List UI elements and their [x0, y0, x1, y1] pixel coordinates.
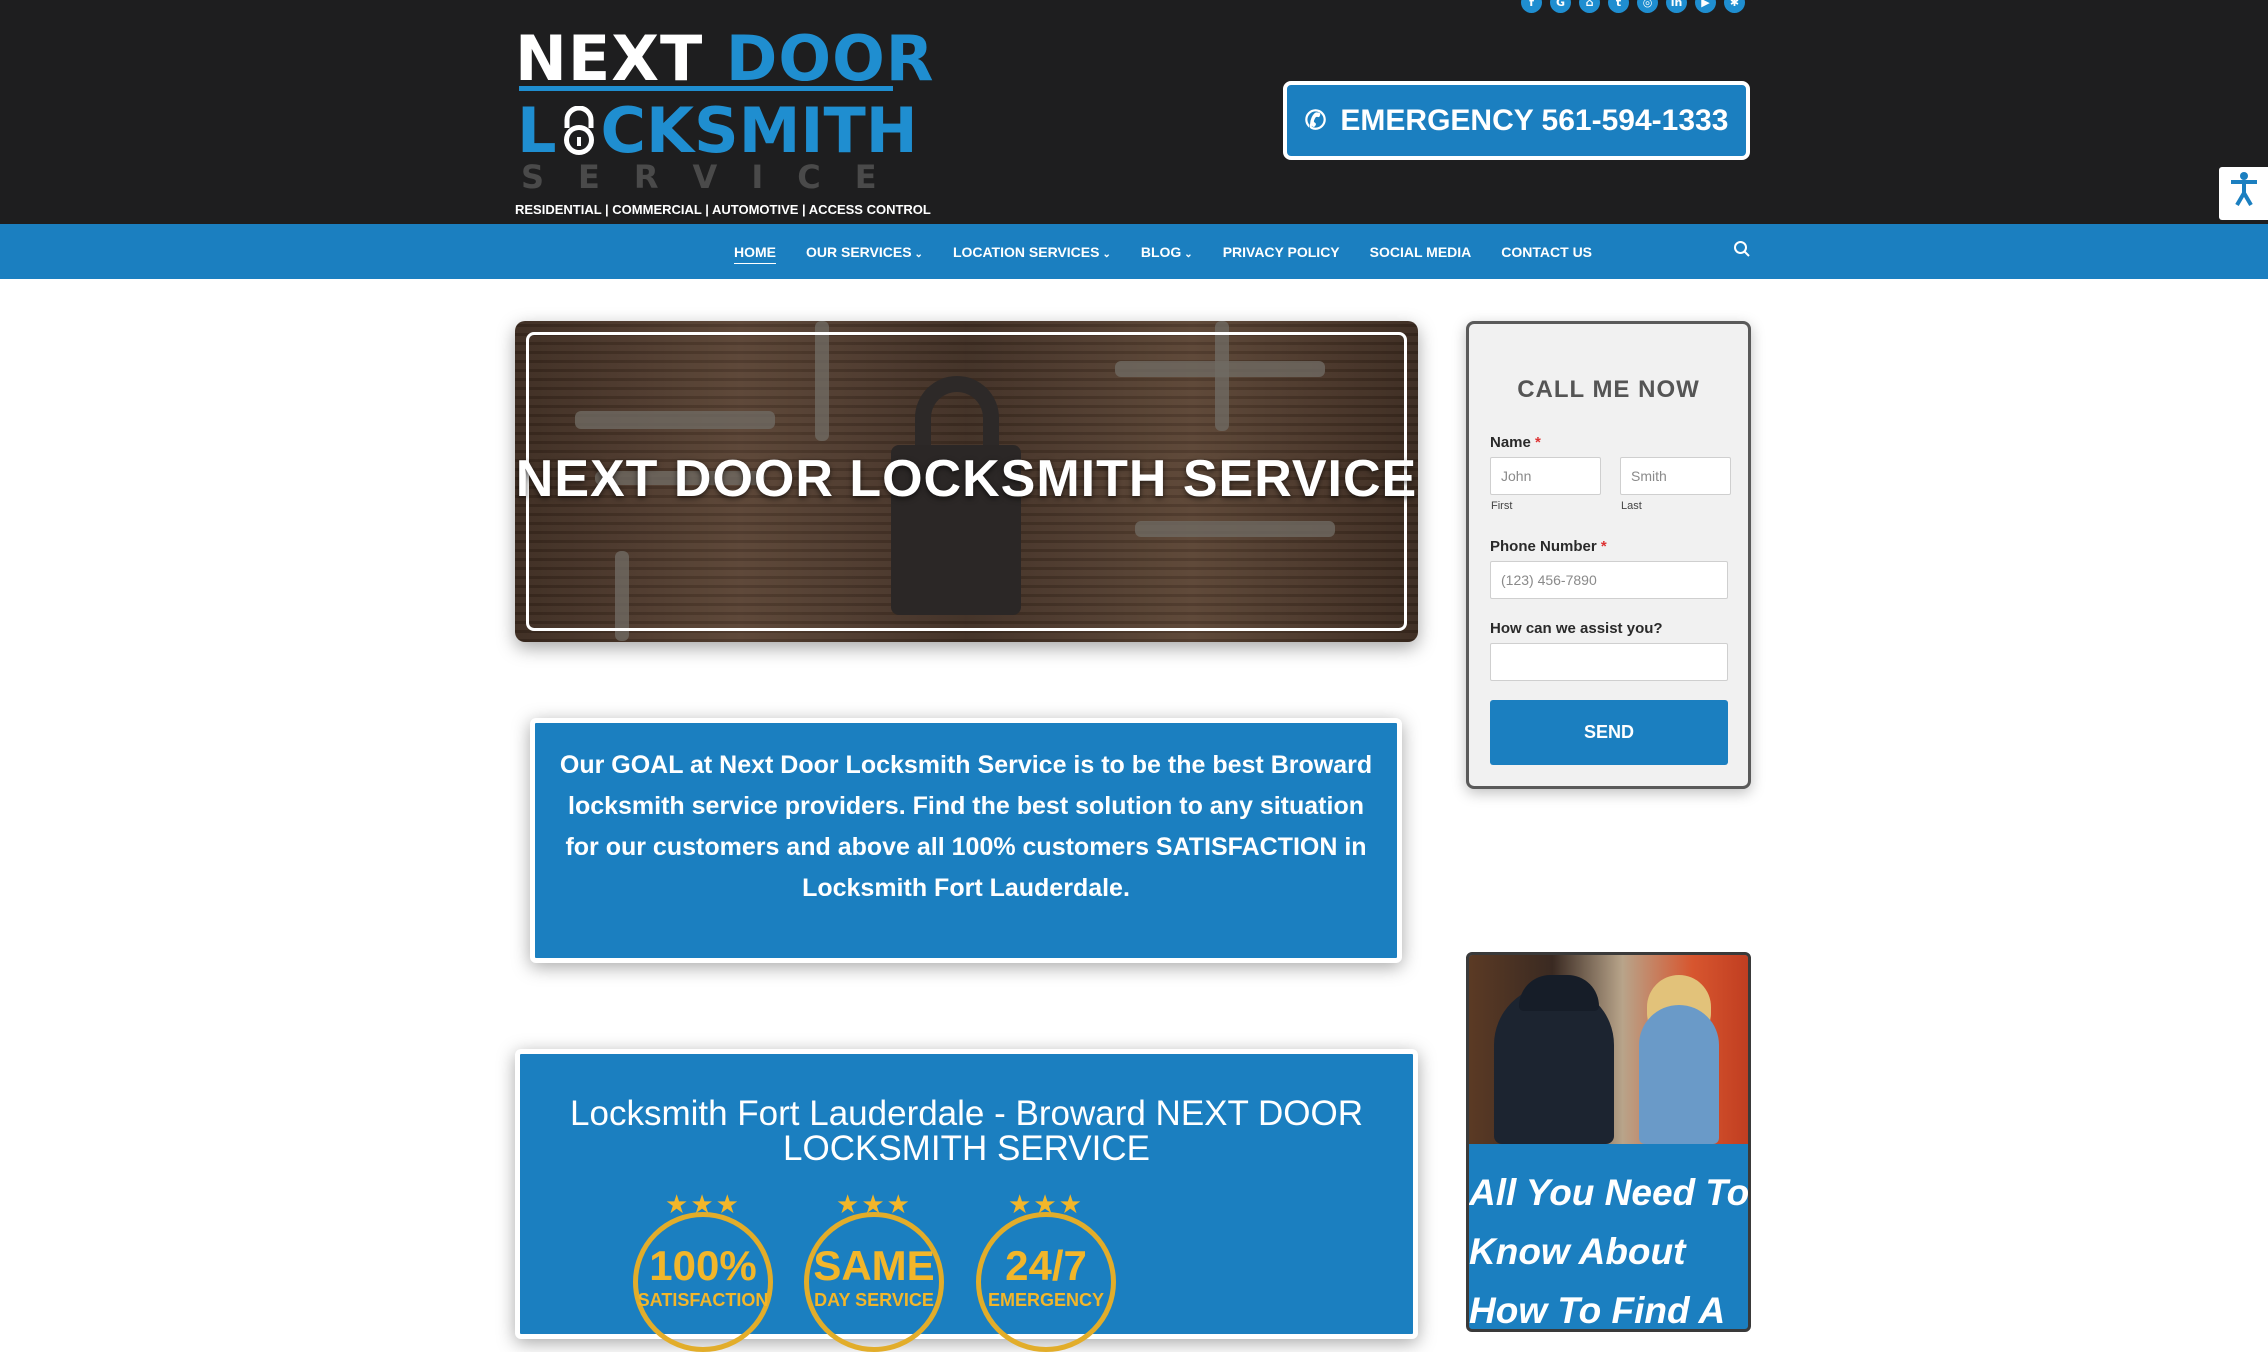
- nav-item-blog[interactable]: BLOG ⌄: [1141, 244, 1193, 260]
- name-label: Name *: [1490, 434, 1541, 451]
- emergency-call-button[interactable]: ✆ EMERGENCY 561-594-1333: [1283, 81, 1750, 160]
- stars-icon: ★★★: [1008, 1190, 1084, 1220]
- goal-statement: Our GOAL at Next Door Locksmith Service …: [530, 718, 1402, 963]
- badge-caption: EMERGENCY: [987, 1290, 1104, 1310]
- nav-item-social-media[interactable]: SOCIAL MEDIA: [1370, 244, 1472, 260]
- logo-line-service: SERVICE: [521, 158, 911, 196]
- last-name-input[interactable]: [1620, 457, 1731, 495]
- assist-label: How can we assist you?: [1490, 620, 1663, 637]
- linkedin-icon[interactable]: in: [1666, 0, 1687, 13]
- site-header: NEXT DOOR L CKSMITH SERVICE RESIDENTIAL |…: [0, 0, 2268, 224]
- badge-value: 100%: [649, 1242, 757, 1289]
- chevron-down-icon: ⌄: [914, 248, 923, 260]
- about-section: Locksmith Fort Lauderdale - Broward NEXT…: [515, 1049, 1418, 1352]
- assist-input[interactable]: [1490, 643, 1728, 681]
- instagram-icon[interactable]: ◎: [1637, 0, 1658, 13]
- chevron-down-icon: ⌄: [1102, 248, 1111, 260]
- same-day-badge: ★★★ SAME DAY SERVICE: [804, 1190, 944, 1352]
- search-icon[interactable]: [1733, 240, 1751, 263]
- padlock-icon: [557, 98, 601, 155]
- first-name-input[interactable]: [1490, 457, 1601, 495]
- home-icon[interactable]: ⌂: [1579, 0, 1600, 13]
- nav-item-contact-us[interactable]: CONTACT US: [1501, 244, 1592, 260]
- satisfaction-badge: ★★★ 100% SATISFACTION: [633, 1190, 773, 1352]
- hero-title: NEXT DOOR LOCKSMITH SERVICE: [515, 450, 1418, 508]
- first-name-hint: First: [1491, 500, 1513, 512]
- promo-caption: All You Need To Know About How To Find A: [1469, 1172, 1750, 1331]
- nav-menu: HOME OUR SERVICES ⌄ LOCATION SERVICES ⌄ BL…: [734, 224, 1592, 279]
- logo-line-locksmith: L CKSMITH: [517, 94, 918, 167]
- yelp-icon[interactable]: ✱: [1724, 0, 1745, 13]
- locksmith-photo: [1469, 955, 1748, 1144]
- locksmith-cap: [1519, 975, 1599, 1011]
- badge-caption: DAY SERVICE: [814, 1290, 934, 1310]
- badge-caption: SATISFACTION: [637, 1290, 769, 1310]
- customer-figure: [1639, 1005, 1719, 1144]
- logo-divider: [519, 86, 893, 91]
- call-me-form: CALL ME NOW Name * First Last Phone Numb…: [1466, 321, 1751, 789]
- phone-input[interactable]: [1490, 561, 1728, 599]
- site-logo[interactable]: NEXT DOOR L CKSMITH SERVICE RESIDENTIAL |…: [515, 22, 934, 222]
- google-icon[interactable]: G: [1550, 0, 1571, 13]
- phone-icon: ✆: [1304, 105, 1327, 135]
- accessibility-button[interactable]: [2219, 167, 2268, 220]
- send-button[interactable]: SEND: [1490, 700, 1728, 765]
- accessibility-icon: [2229, 171, 2259, 216]
- youtube-icon[interactable]: ▶: [1695, 0, 1716, 13]
- form-title: CALL ME NOW: [1517, 376, 1700, 403]
- phone-label: Phone Number *: [1490, 538, 1607, 555]
- hero-banner: NEXT DOOR LOCKSMITH SERVICE: [515, 321, 1418, 642]
- main-navigation: HOME OUR SERVICES ⌄ LOCATION SERVICES ⌄ BL…: [0, 224, 2268, 279]
- stars-icon: ★★★: [836, 1190, 912, 1220]
- badge-value: SAME: [813, 1242, 935, 1289]
- social-links: f G ⌂ t ◎ in ▶ ✱: [1521, 0, 1745, 13]
- about-title: Locksmith Fort Lauderdale - Broward NEXT…: [570, 1094, 1363, 1168]
- emergency-label: EMERGENCY 561-594-1333: [1340, 103, 1729, 137]
- nav-item-location-services[interactable]: LOCATION SERVICES ⌄: [953, 244, 1111, 260]
- promo-card[interactable]: All You Need To Know About How To Find A: [1466, 952, 1751, 1332]
- nav-item-privacy-policy[interactable]: PRIVACY POLICY: [1223, 244, 1340, 260]
- nav-item-our-services[interactable]: OUR SERVICES ⌄: [806, 244, 923, 260]
- chevron-down-icon: ⌄: [1184, 248, 1193, 260]
- twitter-icon[interactable]: t: [1608, 0, 1629, 13]
- stars-icon: ★★★: [665, 1190, 741, 1220]
- badge-value: 24/7: [1005, 1242, 1087, 1289]
- facebook-icon[interactable]: f: [1521, 0, 1542, 13]
- logo-line-next-door: NEXT DOOR: [515, 22, 935, 95]
- nav-item-home[interactable]: HOME: [734, 244, 776, 260]
- last-name-hint: Last: [1621, 500, 1642, 512]
- goal-text: Our GOAL at Next Door Locksmith Service …: [559, 751, 1373, 902]
- emergency-badge: ★★★ 24/7 EMERGENCY: [976, 1190, 1116, 1352]
- logo-tagline: RESIDENTIAL | COMMERCIAL | AUTOMOTIVE | …: [515, 202, 931, 217]
